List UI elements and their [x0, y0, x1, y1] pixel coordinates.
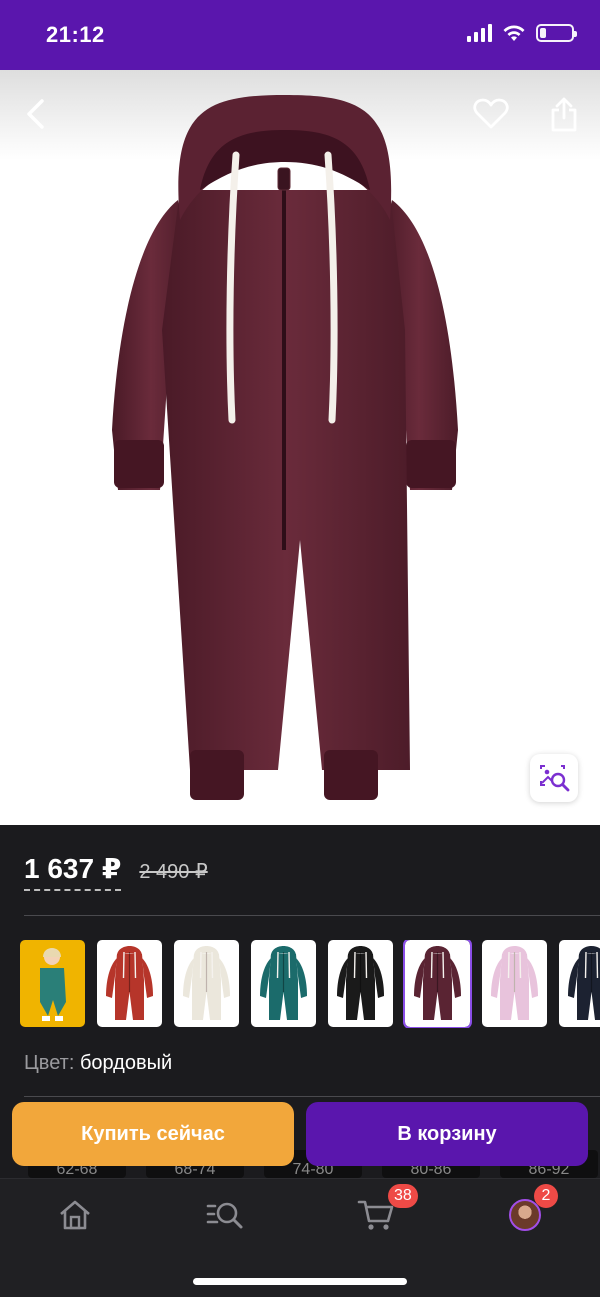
- tab-catalog[interactable]: [195, 1195, 255, 1235]
- swatch-red[interactable]: [97, 940, 162, 1027]
- share-icon: [551, 97, 577, 132]
- swatch-photo-kid[interactable]: [20, 940, 85, 1027]
- status-bar: 21:12: [0, 0, 600, 70]
- price-row: 1 637 ₽ 2 490 ₽: [24, 852, 208, 891]
- battery-level: [540, 28, 546, 38]
- onesie-black-icon: [337, 946, 384, 1020]
- onesie-pink-icon: [491, 946, 538, 1020]
- battery-icon: [536, 24, 577, 42]
- wifi-icon: [503, 25, 525, 41]
- visual-search-button[interactable]: [530, 754, 578, 802]
- tab-home[interactable]: [45, 1195, 105, 1235]
- back-button[interactable]: [14, 92, 58, 136]
- swatch-cream[interactable]: [174, 940, 239, 1027]
- share-button[interactable]: [542, 92, 586, 136]
- cart-icon: [357, 1200, 394, 1230]
- heart-icon: [473, 98, 509, 129]
- add-to-cart-button[interactable]: В корзину: [306, 1102, 588, 1166]
- buy-now-button[interactable]: Купить сейчас: [12, 1102, 294, 1166]
- profile-badge: 2: [534, 1184, 558, 1208]
- price-old: 2 490 ₽: [139, 861, 208, 883]
- color-row: Цвет: бордовый: [24, 1052, 172, 1075]
- swatch-navy[interactable]: [559, 940, 600, 1027]
- status-time: 21:12: [46, 22, 105, 47]
- price-current[interactable]: 1 637 ₽: [24, 852, 122, 891]
- jumpsuit-image: [112, 95, 458, 800]
- divider: [24, 915, 600, 916]
- cellular-signal-icon: [467, 24, 492, 42]
- onesie-cream-icon: [183, 946, 230, 1020]
- swatch-burgundy[interactable]: [403, 940, 472, 1028]
- catalog-search-icon: [206, 1202, 243, 1229]
- color-swatches: [20, 940, 600, 1028]
- swatch-black[interactable]: [328, 940, 393, 1027]
- color-value: бордовый: [79, 1052, 173, 1074]
- swatch-teal[interactable]: [251, 940, 316, 1027]
- onesie-navy-icon: [568, 946, 600, 1020]
- divider: [24, 1096, 600, 1097]
- home-indicator: [193, 1278, 407, 1285]
- product-image[interactable]: [0, 70, 600, 825]
- home-icon: [60, 1200, 90, 1230]
- onesie-burgundy-icon: [414, 946, 461, 1020]
- onesie-red-icon: [106, 946, 153, 1020]
- color-label: Цвет:: [24, 1052, 75, 1074]
- cart-badge: 38: [388, 1184, 418, 1208]
- kid-photo-icon: [40, 948, 66, 1021]
- onesie-teal-icon: [260, 946, 307, 1020]
- swatch-pink[interactable]: [482, 940, 547, 1027]
- image-search-icon: [540, 765, 570, 792]
- chevron-left-icon: [27, 99, 44, 129]
- favorite-button[interactable]: [469, 92, 513, 136]
- status-icons: [467, 24, 577, 42]
